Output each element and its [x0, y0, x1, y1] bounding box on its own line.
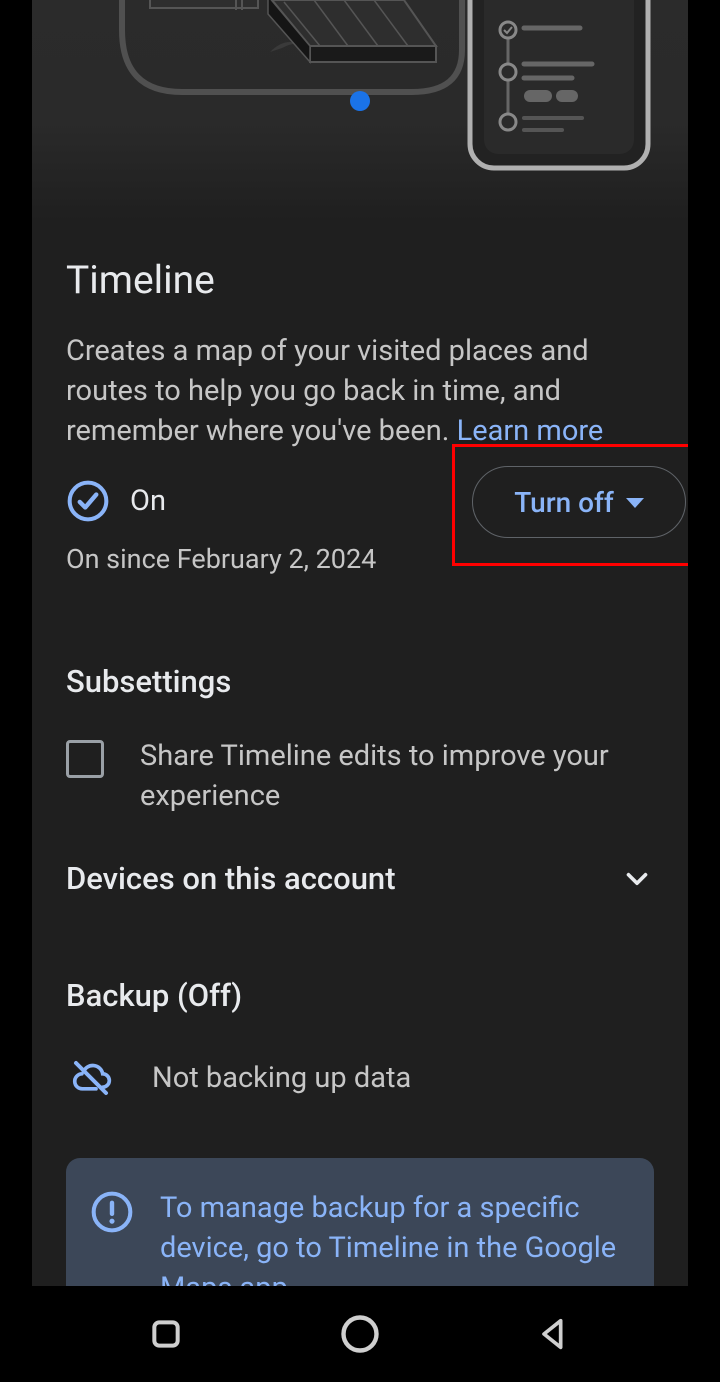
backup-title: Backup (Off) [66, 977, 654, 1014]
check-circle-icon [66, 479, 110, 523]
home-icon[interactable] [338, 1312, 382, 1356]
settings-card: Timeline Creates a map of your visited p… [32, 0, 688, 1286]
turn-off-label: Turn off [514, 486, 614, 519]
backup-notice: To manage backup for a specific device, … [66, 1158, 654, 1286]
page-description: Creates a map of your visited places and… [66, 331, 654, 451]
backup-status-text: Not backing up data [152, 1061, 411, 1095]
chevron-down-icon [620, 862, 654, 896]
share-setting-row[interactable]: Share Timeline edits to improve your exp… [66, 736, 654, 816]
system-nav-bar [0, 1286, 720, 1382]
status-since: On since February 2, 2024 [66, 543, 376, 575]
dropdown-caret-icon [626, 498, 644, 508]
cloud-off-icon [66, 1058, 116, 1098]
hero-illustration [32, 0, 688, 221]
page-title: Timeline [66, 257, 654, 303]
devices-label: Devices on this account [66, 860, 396, 897]
backup-status-row: Not backing up data [66, 1058, 654, 1098]
turn-off-button[interactable]: Turn off [472, 466, 686, 538]
backup-notice-text: To manage backup for a specific device, … [160, 1188, 630, 1286]
share-checkbox[interactable] [66, 740, 104, 778]
subsettings-title: Subsettings [66, 663, 654, 700]
learn-more-link[interactable]: Learn more [457, 414, 604, 448]
share-setting-label: Share Timeline edits to improve your exp… [140, 736, 654, 816]
devices-accordion[interactable]: Devices on this account [66, 856, 654, 907]
back-icon[interactable] [534, 1314, 574, 1354]
recent-apps-icon[interactable] [146, 1314, 186, 1354]
status-label: On [130, 484, 166, 518]
info-icon [90, 1190, 134, 1234]
